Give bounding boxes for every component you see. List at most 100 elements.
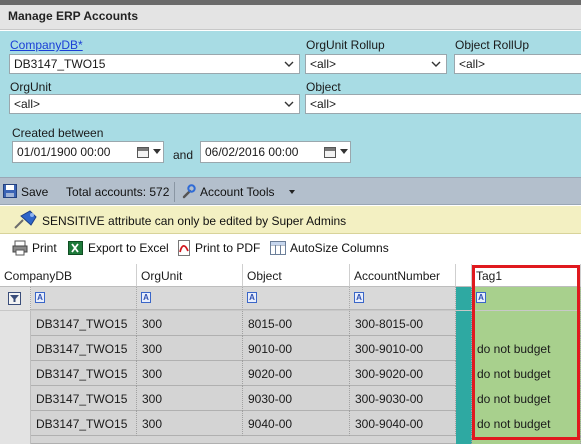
column-header-tag1[interactable]: Tag1 (472, 264, 581, 287)
row-selector[interactable] (0, 411, 31, 436)
cell-blank (456, 411, 472, 436)
filter-cell-tag1[interactable]: A (472, 287, 581, 310)
table-row[interactable]: DB3147_TWO15 300 9040-00 300-9040-00 do … (0, 411, 581, 436)
chevron-down-icon[interactable] (153, 149, 161, 154)
text-filter-icon[interactable]: A (476, 292, 486, 303)
cell-companydb: DB3147_TWO15 (31, 311, 137, 336)
chevron-down-icon (284, 61, 294, 67)
table-row[interactable]: DB3147_TWO15 300 9010-00 300-9010-00 do … (0, 336, 581, 361)
cell-accountnumber: 300-9040-00 (350, 411, 456, 436)
created-between-label: Created between (12, 126, 104, 140)
filter-clear-icon[interactable] (8, 292, 21, 305)
export-toolbar: Print Export to Excel Print to PDF AutoS… (0, 235, 581, 263)
orgunit-rollup-label: OrgUnit Rollup (306, 38, 385, 52)
accounts-grid: CompanyDB OrgUnit Object AccountNumber T… (0, 264, 581, 444)
calendar-icon[interactable] (324, 147, 336, 158)
row-selector[interactable] (0, 386, 31, 411)
row-selector (0, 436, 31, 444)
column-header-companydb[interactable]: CompanyDB (0, 264, 137, 287)
cell-orgunit: 300 (137, 311, 243, 336)
calendar-icon[interactable] (137, 147, 149, 158)
object-rollup-value: <all> (459, 57, 486, 71)
cell-tag1[interactable] (472, 311, 581, 336)
company-db-select[interactable]: DB3147_TWO15 (9, 54, 300, 74)
wrench-icon (181, 184, 196, 202)
column-header-accountnumber[interactable]: AccountNumber (350, 264, 456, 287)
column-header-object[interactable]: Object (243, 264, 350, 287)
table-row[interactable]: DB3147_TWO15 300 9030-00 300-9030-00 do … (0, 386, 581, 411)
row-selector[interactable] (0, 336, 31, 361)
table-row[interactable]: DB3147_TWO15 300 8015-00 300-8015-00 (0, 311, 581, 336)
cell-orgunit: 300 (137, 361, 243, 386)
caret-down-icon[interactable] (289, 190, 295, 194)
table-row[interactable]: DB3147_TWO15 300 9020-00 300-9020-00 do … (0, 361, 581, 386)
cell-tag1[interactable]: do not budget (472, 386, 581, 411)
save-disk-icon[interactable] (3, 184, 17, 201)
toolbar-divider (174, 182, 175, 202)
cell-accountnumber: 300-8015-00 (350, 311, 456, 336)
top-strip (0, 0, 581, 5)
orgunit-select[interactable]: <all> (9, 94, 300, 114)
autosize-columns-button[interactable]: AutoSize Columns (290, 241, 389, 255)
cell-tag1[interactable]: do not budget (472, 411, 581, 436)
cell-companydb: DB3147_TWO15 (31, 336, 137, 361)
cell-object: 9040-00 (243, 411, 350, 436)
text-filter-icon[interactable]: A (247, 292, 257, 303)
cell-accountnumber: 300-9010-00 (350, 336, 456, 361)
filter-cell-blank (456, 287, 472, 310)
cell-blank (456, 336, 472, 361)
object-select[interactable]: <all> (305, 94, 581, 114)
text-filter-icon[interactable]: A (354, 292, 364, 303)
column-header-orgunit[interactable]: OrgUnit (137, 264, 243, 287)
created-from-field[interactable]: 01/01/1900 00:00 (12, 141, 164, 163)
company-db-value: DB3147_TWO15 (14, 57, 106, 71)
cell-companydb: DB3147_TWO15 (31, 386, 137, 411)
cell-blank (456, 386, 472, 411)
print-to-pdf-button[interactable]: Print to PDF (195, 241, 260, 255)
sensitive-notice-bar: SENSITIVE attribute can only be edited b… (0, 206, 581, 234)
print-button[interactable]: Print (32, 241, 57, 255)
table-row-partial (0, 436, 581, 444)
cell-object: 9010-00 (243, 336, 350, 361)
cell-object: 8015-00 (243, 311, 350, 336)
object-rollup-select[interactable]: <all> (454, 54, 581, 74)
sensitive-notice-text: SENSITIVE attribute can only be edited b… (42, 214, 347, 228)
cell-accountnumber: 300-9020-00 (350, 361, 456, 386)
and-label: and (173, 148, 194, 162)
cell-tag1[interactable]: do not budget (472, 336, 581, 361)
save-toolbar: Save Total accounts: 572 Account Tools (0, 177, 581, 205)
filter-cell-companydb[interactable]: A (31, 287, 137, 310)
cell-companydb: DB3147_TWO15 (31, 361, 137, 386)
window-title: Manage ERP Accounts (8, 9, 139, 23)
autosize-columns-icon (270, 240, 286, 259)
chevron-down-icon (284, 101, 294, 107)
object-label: Object (306, 80, 341, 94)
row-selector[interactable] (0, 361, 31, 386)
account-tools-button[interactable]: Account Tools (200, 185, 275, 199)
chevron-down-icon[interactable] (340, 149, 348, 154)
text-filter-icon[interactable]: A (141, 292, 151, 303)
orgunit-rollup-select[interactable]: <all> (305, 54, 447, 74)
orgunit-label: OrgUnit (10, 80, 52, 94)
cell-tag1[interactable]: do not budget (472, 361, 581, 386)
pdf-icon (176, 240, 192, 259)
printer-icon (12, 240, 28, 259)
cell-blank (456, 311, 472, 336)
filter-clear-cell[interactable] (0, 287, 31, 310)
row-selector[interactable] (0, 311, 31, 336)
filter-cell-object[interactable]: A (243, 287, 350, 310)
total-accounts-text: Total accounts: 572 (66, 185, 170, 199)
filter-cell-accountnumber[interactable]: A (350, 287, 456, 310)
cell-object: 9030-00 (243, 386, 350, 411)
orgunit-value: <all> (14, 97, 41, 111)
text-filter-icon[interactable]: A (35, 292, 45, 303)
cell-blank (456, 361, 472, 386)
created-to-field[interactable]: 06/02/2016 00:00 (200, 141, 351, 163)
column-header-blank (456, 264, 472, 287)
save-button[interactable]: Save (21, 185, 48, 199)
filter-cell-orgunit[interactable]: A (137, 287, 243, 310)
company-db-label[interactable]: CompanyDB* (10, 38, 83, 52)
export-to-excel-button[interactable]: Export to Excel (88, 241, 169, 255)
orgunit-rollup-value: <all> (310, 57, 337, 71)
chevron-down-icon (431, 61, 441, 67)
